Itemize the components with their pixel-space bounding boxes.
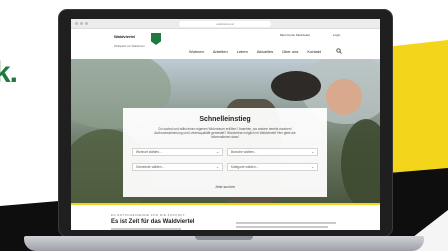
hero-image: Schnelleinstieg Du suchst und willst ein… <box>71 59 380 203</box>
panel-title: Schnelleinstieg <box>199 116 251 123</box>
laptop-screen: waldviertel.at Waldviertel Weltquelle vo… <box>71 19 380 230</box>
gemeinde-select[interactable]: Gemeinde wählen... ⌄ <box>132 163 223 171</box>
nav-item-kontakt[interactable]: Kontakt <box>307 49 321 55</box>
browser-dot-icon[interactable] <box>75 22 78 25</box>
kategorie-select[interactable]: Kategorie wählen... ⌄ <box>227 163 318 171</box>
laptop-notch <box>195 236 253 240</box>
select-label: Wohnort wählen... <box>136 150 162 154</box>
select-label: Branche wählen... <box>231 150 257 154</box>
browser-dot-icon[interactable] <box>85 22 88 25</box>
text-placeholder-line <box>111 228 181 230</box>
chevron-down-icon: ⌄ <box>311 165 314 169</box>
section-title: Es ist Zeit für das Waldviertel <box>111 219 195 225</box>
branche-select[interactable]: Branche wählen... ⌄ <box>227 148 318 156</box>
nav-item-leben[interactable]: Leben <box>237 49 248 55</box>
select-label: Kategorie wählen... <box>231 165 259 169</box>
search-button[interactable]: Jetzt suchen <box>205 183 245 191</box>
nav-item-wohnen[interactable]: Wohnen <box>189 49 204 55</box>
quick-start-panel: Schnelleinstieg Du suchst und willst ein… <box>123 108 327 197</box>
chevron-down-icon: ⌄ <box>311 150 314 154</box>
main-navigation: Wohnen Arbeiten Leben Aktuelles Über uns… <box>189 49 321 55</box>
address-bar[interactable]: waldviertel.at <box>179 21 271 27</box>
search-icon[interactable] <box>336 48 342 54</box>
chevron-down-icon: ⌄ <box>216 165 219 169</box>
text-placeholder-line <box>236 222 336 224</box>
ad-tagline: k. <box>0 56 18 89</box>
site-logo-subtitle: Weltquelle von Waldviertel <box>114 45 145 48</box>
foliage-shape <box>341 119 380 203</box>
text-placeholder-line <box>236 226 328 228</box>
site-logo-text[interactable]: Waldviertel <box>114 34 148 40</box>
nav-item-aktuelles[interactable]: Aktuelles <box>257 49 273 55</box>
utility-links[interactable]: Mein Konto Merkzettel <box>280 33 310 37</box>
panel-text: Du suchst und willst einen eigenen Wohnt… <box>154 127 296 139</box>
select-label: Gemeinde wählen... <box>136 165 165 169</box>
chevron-down-icon: ⌄ <box>216 150 219 154</box>
login-link[interactable]: Login <box>333 33 340 37</box>
child-face-shape <box>326 79 362 115</box>
section-kicker: ES ENTSCHEIDENDE FÜR DIE ZUKUNFT. <box>111 213 187 217</box>
accent-divider <box>71 203 380 205</box>
browser-dot-icon[interactable] <box>80 22 83 25</box>
nav-item-arbeiten[interactable]: Arbeiten <box>213 49 228 55</box>
wohnort-select[interactable]: Wohnort wählen... ⌄ <box>132 148 223 156</box>
nav-item-ueber-uns[interactable]: Über uns <box>282 49 298 55</box>
browser-toolbar: waldviertel.at <box>71 19 380 29</box>
binoculars-shape <box>271 71 321 101</box>
